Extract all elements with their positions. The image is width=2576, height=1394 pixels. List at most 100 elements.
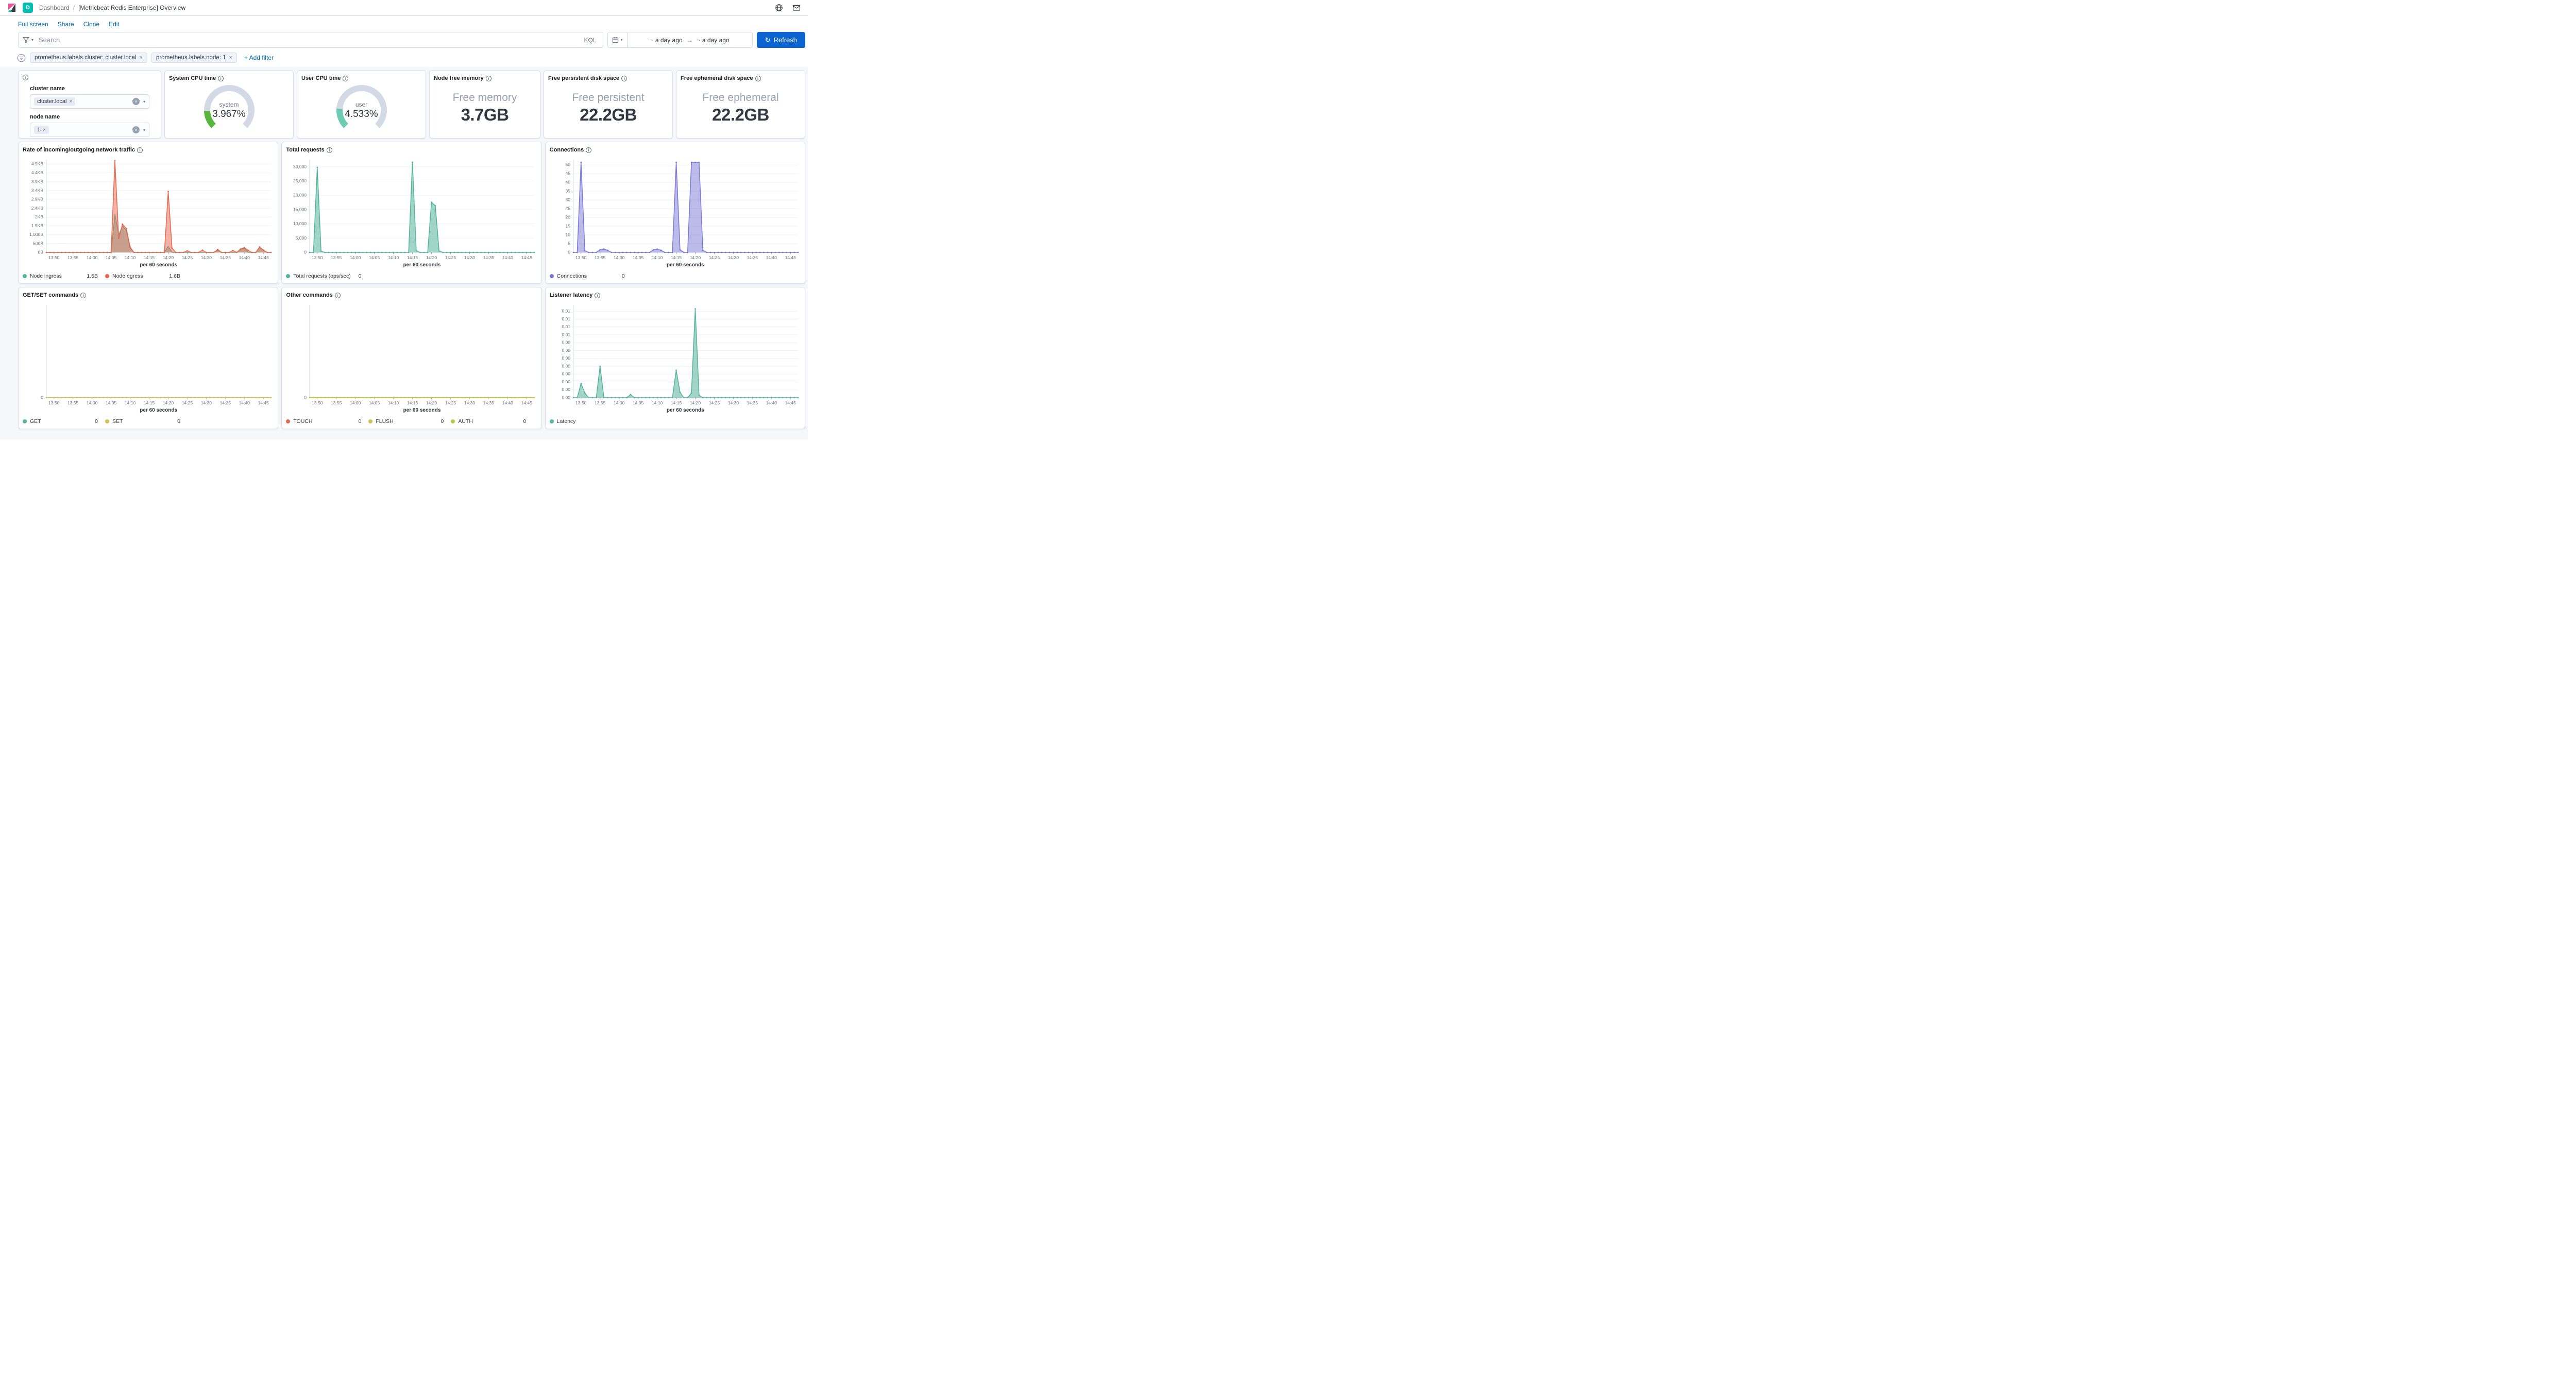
connections-chart[interactable]: 0510152025303540455013:5013:5514:0014:05… bbox=[550, 156, 801, 262]
space-avatar[interactable]: D bbox=[23, 3, 33, 13]
gauge-value: 4.533% bbox=[345, 109, 378, 120]
filter-pill-node[interactable]: prometheus.labels.node: 1 × bbox=[151, 53, 237, 63]
legend-dot bbox=[105, 419, 109, 423]
filter-menu-icon[interactable] bbox=[17, 54, 26, 62]
panel-title: GET/SET commands bbox=[23, 292, 78, 299]
svg-text:14:35: 14:35 bbox=[220, 400, 231, 405]
edit-link[interactable]: Edit bbox=[109, 21, 120, 28]
kibana-logo[interactable] bbox=[7, 3, 16, 12]
clear-selection-icon[interactable]: × bbox=[132, 98, 140, 105]
svg-text:20,000: 20,000 bbox=[293, 193, 307, 198]
getset-commands-chart[interactable]: 013:5013:5514:0014:0514:1014:1514:2014:2… bbox=[23, 301, 274, 407]
svg-text:14:25: 14:25 bbox=[708, 400, 720, 405]
svg-text:14:00: 14:00 bbox=[614, 400, 625, 405]
date-to[interactable]: ~ a day ago bbox=[697, 37, 730, 44]
info-icon[interactable]: i bbox=[755, 76, 761, 81]
x-axis-label: per 60 seconds bbox=[550, 407, 801, 413]
svg-text:13:55: 13:55 bbox=[67, 255, 79, 260]
selected-option-token[interactable]: 1 × bbox=[34, 126, 49, 134]
breadcrumb-dashboard[interactable]: Dashboard bbox=[39, 4, 70, 11]
node-name-control: node name 1 × × ▾ bbox=[30, 111, 149, 137]
legend-item[interactable]: FLUSH0 bbox=[368, 418, 451, 424]
listener-latency-chart[interactable]: 0.000.000.000.000.000.000.000.000.010.01… bbox=[550, 301, 801, 407]
remove-filter-icon[interactable]: × bbox=[140, 55, 143, 61]
cloud-globe-icon[interactable] bbox=[775, 4, 783, 12]
info-icon[interactable]: i bbox=[23, 75, 28, 80]
x-axis-label: per 60 seconds bbox=[550, 262, 801, 268]
selected-option-token[interactable]: cluster.local × bbox=[34, 97, 75, 106]
info-icon[interactable]: i bbox=[621, 76, 627, 81]
clone-link[interactable]: Clone bbox=[83, 21, 99, 28]
share-link[interactable]: Share bbox=[58, 21, 74, 28]
total-requests-chart[interactable]: 05,00010,00015,00020,00025,00030,00013:5… bbox=[286, 156, 537, 262]
info-icon[interactable]: i bbox=[595, 293, 600, 298]
legend-dot bbox=[286, 419, 290, 423]
network-traffic-chart[interactable]: 0B500B1,000B1.5KB2KB2.4KB2.9KB3.4KB3.9KB… bbox=[23, 156, 274, 262]
system-cpu-gauge[interactable]: system 3.967% bbox=[202, 83, 257, 138]
chevron-down-icon[interactable]: ▾ bbox=[143, 128, 145, 132]
remove-token-icon[interactable]: × bbox=[43, 127, 46, 133]
svg-text:14:10: 14:10 bbox=[125, 255, 136, 260]
dashboard-row-2: Rate of incoming/outgoing network traffi… bbox=[18, 142, 805, 284]
svg-text:2KB: 2KB bbox=[35, 214, 43, 219]
user-cpu-gauge[interactable]: user 4.533% bbox=[334, 83, 389, 138]
legend-series-name: GET bbox=[30, 418, 41, 424]
panel-network-traffic: Rate of incoming/outgoing network traffi… bbox=[18, 142, 278, 284]
info-icon[interactable]: i bbox=[137, 147, 143, 153]
svg-text:14:35: 14:35 bbox=[747, 400, 758, 405]
kql-selector[interactable]: KQL bbox=[578, 37, 603, 44]
legend-series-value: 0 bbox=[358, 418, 368, 424]
date-from[interactable]: ~ a day ago bbox=[650, 37, 683, 44]
saved-query-menu-button[interactable]: ▾ bbox=[19, 32, 38, 47]
info-icon[interactable]: i bbox=[486, 76, 492, 81]
svg-text:14:15: 14:15 bbox=[407, 400, 418, 405]
x-axis-label: per 60 seconds bbox=[23, 262, 274, 268]
clear-selection-icon[interactable]: × bbox=[132, 126, 140, 133]
info-icon[interactable]: i bbox=[80, 293, 86, 298]
chevron-down-icon[interactable]: ▾ bbox=[143, 99, 145, 104]
legend-item[interactable]: Latency bbox=[550, 418, 576, 424]
dashboard-row-3: GET/SET commands i 013:5013:5514:0014:05… bbox=[18, 287, 805, 429]
date-quick-select-button[interactable]: ▾ bbox=[608, 32, 628, 47]
svg-text:14:20: 14:20 bbox=[689, 400, 701, 405]
search-input[interactable] bbox=[38, 36, 578, 44]
newsfeed-mail-icon[interactable] bbox=[792, 4, 801, 12]
svg-text:14:40: 14:40 bbox=[502, 400, 514, 405]
panel-title: Rate of incoming/outgoing network traffi… bbox=[23, 146, 135, 154]
legend-item[interactable]: Node ingress1.6B bbox=[23, 273, 105, 279]
info-icon[interactable]: i bbox=[218, 76, 224, 81]
info-icon[interactable]: i bbox=[335, 293, 341, 298]
remove-filter-icon[interactable]: × bbox=[229, 55, 232, 61]
cluster-name-select[interactable]: cluster.local × × ▾ bbox=[30, 94, 149, 109]
info-icon[interactable]: i bbox=[327, 147, 332, 153]
full-screen-link[interactable]: Full screen bbox=[18, 21, 48, 28]
legend-item[interactable]: GET 0 bbox=[23, 418, 105, 424]
legend-item[interactable]: AUTH0 bbox=[451, 418, 533, 424]
legend-item[interactable]: TOUCH0 bbox=[286, 418, 368, 424]
date-range[interactable]: ~ a day ago → ~ a day ago bbox=[628, 37, 752, 44]
svg-text:500B: 500B bbox=[33, 241, 43, 246]
legend-item[interactable]: SET0 bbox=[105, 418, 188, 424]
metric-label: Free persistent bbox=[572, 92, 644, 104]
panel-free-memory: Node free memory i Free memory 3.7GB bbox=[429, 70, 540, 139]
node-name-select[interactable]: 1 × × ▾ bbox=[30, 123, 149, 137]
add-filter-link[interactable]: + Add filter bbox=[244, 54, 274, 61]
remove-token-icon[interactable]: × bbox=[69, 99, 72, 105]
legend-series-value: 1.6B bbox=[87, 273, 105, 279]
header-actions bbox=[775, 4, 801, 12]
refresh-button[interactable]: ↻ Refresh bbox=[757, 32, 805, 48]
legend-item[interactable]: Node egress1.6B bbox=[105, 273, 188, 279]
info-icon[interactable]: i bbox=[586, 147, 591, 153]
other-commands-chart[interactable]: 013:5013:5514:0014:0514:1014:1514:2014:2… bbox=[286, 301, 537, 407]
filter-pill-cluster[interactable]: prometheus.labels.cluster: cluster.local… bbox=[30, 53, 147, 63]
svg-text:13:50: 13:50 bbox=[312, 255, 323, 260]
svg-text:14:05: 14:05 bbox=[369, 255, 380, 260]
legend-item[interactable]: Total requests (ops/sec)0 bbox=[286, 273, 368, 279]
filter-bar: prometheus.labels.cluster: cluster.local… bbox=[0, 50, 808, 67]
svg-text:14:05: 14:05 bbox=[633, 255, 644, 260]
legend-item[interactable]: Connections0 bbox=[550, 273, 632, 279]
legend-series-value: 0 bbox=[95, 418, 105, 424]
svg-text:14:45: 14:45 bbox=[785, 400, 796, 405]
control-label: node name bbox=[30, 114, 149, 120]
info-icon[interactable]: i bbox=[343, 76, 348, 81]
